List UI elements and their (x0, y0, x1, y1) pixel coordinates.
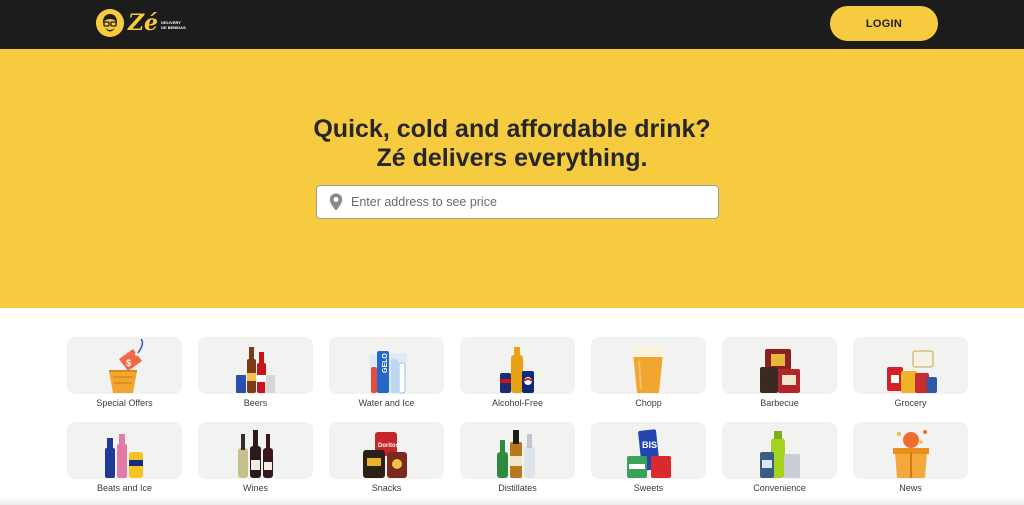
category-distillates[interactable]: Distillates (460, 422, 575, 500)
category-snacks[interactable]: Doritos Snacks (329, 422, 444, 500)
category-image (722, 422, 837, 479)
category-image: $ (67, 337, 182, 394)
water-ice-icon: GELO (369, 351, 407, 394)
category-sweets[interactable]: BIS Sweets (591, 422, 706, 500)
svg-text:GELO: GELO (382, 353, 389, 373)
price-tag-basket-icon: $ (109, 338, 144, 393)
category-label: Beats and Ice (96, 483, 153, 493)
sweets-icon: BIS (627, 429, 671, 478)
category-image (460, 422, 575, 479)
snacks-icon: Doritos (363, 432, 407, 478)
category-image (198, 337, 313, 394)
category-label: Wines (242, 483, 268, 493)
category-label: Distillates (498, 483, 537, 493)
category-label: Beers (243, 398, 268, 408)
hero-title-line2: Zé delivers everything. (376, 144, 648, 172)
bottom-fade (0, 497, 1024, 505)
category-label: Sweets (633, 483, 664, 493)
category-water-and-ice[interactable]: GELO Water and Ice (329, 337, 444, 415)
category-image (198, 422, 313, 479)
category-image (591, 337, 706, 394)
soda-icon (500, 347, 534, 393)
category-label: Convenience (753, 483, 806, 493)
convenience-icon (760, 431, 800, 478)
barbecue-icon (760, 349, 800, 393)
logo-wordmark: Zé (128, 10, 159, 36)
category-special-offers[interactable]: $ Special Offers (67, 337, 182, 415)
category-image: Doritos (329, 422, 444, 479)
svg-text:$: $ (126, 358, 131, 368)
category-image (853, 422, 968, 479)
top-navbar: Zé DELIVERY DE BEBIDAS LOGIN (0, 0, 1024, 49)
category-image (853, 337, 968, 394)
category-wines[interactable]: Wines (198, 422, 313, 500)
draft-beer-glass-icon (632, 345, 664, 393)
category-label: Chopp (635, 398, 662, 408)
category-label: Alcohol-Free (491, 398, 544, 408)
category-label: Snacks (371, 483, 402, 493)
category-label: Barbecue (760, 398, 799, 408)
category-image (722, 337, 837, 394)
category-news[interactable]: News (853, 422, 968, 500)
address-search-box[interactable] (316, 185, 719, 219)
logo-face-icon (96, 9, 124, 37)
category-beers[interactable]: Beers (198, 337, 313, 415)
category-image: BIS (591, 422, 706, 479)
svg-text:Doritos: Doritos (378, 443, 400, 449)
category-barbecue[interactable]: Barbecue (722, 337, 837, 415)
category-image (67, 422, 182, 479)
logo-tagline-line2: DE BEBIDAS (161, 25, 186, 30)
hero-title: Quick, cold and affordable drink? Zé del… (0, 115, 1024, 173)
category-label: Water and Ice (358, 398, 415, 408)
category-chopp[interactable]: Chopp (591, 337, 706, 415)
hero-title-line1: Quick, cold and affordable drink? (313, 115, 711, 143)
beats-ice-icon (105, 434, 143, 478)
category-alcohol-free[interactable]: Alcohol-Free (460, 337, 575, 415)
wine-bottles-icon (238, 430, 273, 478)
category-label: Grocery (894, 398, 927, 408)
category-grocery[interactable]: Grocery (853, 337, 968, 415)
svg-text:BIS: BIS (642, 440, 657, 450)
category-label: Special Offers (96, 398, 153, 408)
beer-bottles-icon (236, 347, 275, 393)
category-image: GELO (329, 337, 444, 394)
ze-logo[interactable]: Zé DELIVERY DE BEBIDAS (96, 9, 186, 37)
category-label: News (899, 483, 922, 493)
gift-box-icon (893, 430, 929, 478)
category-beats-and-ice[interactable]: Beats and Ice (67, 422, 182, 500)
address-input[interactable] (351, 195, 711, 209)
logo-tagline: DELIVERY DE BEBIDAS (161, 20, 186, 30)
login-button[interactable]: LOGIN (830, 6, 938, 41)
category-convenience[interactable]: Convenience (722, 422, 837, 500)
location-pin-icon (329, 193, 343, 211)
liquor-bottles-icon (497, 430, 535, 478)
hero-banner: Quick, cold and affordable drink? Zé del… (0, 49, 1024, 308)
grocery-icon (887, 350, 937, 393)
category-image (460, 337, 575, 394)
